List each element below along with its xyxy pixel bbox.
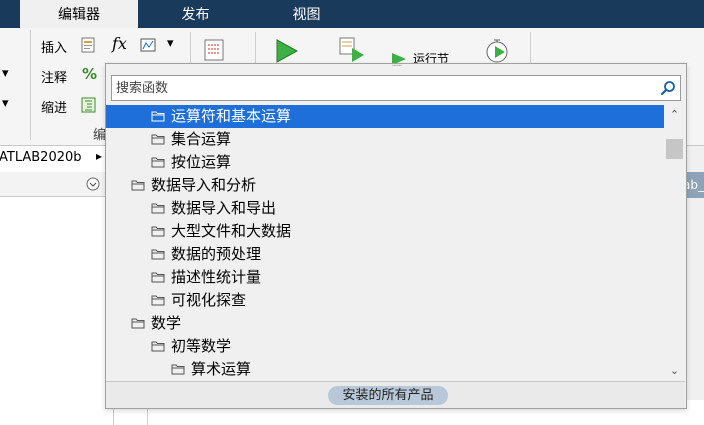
folder-icon xyxy=(131,180,145,191)
folder-icon xyxy=(171,364,185,375)
tree-item[interactable]: 初等数学 xyxy=(106,335,664,358)
insert-section-icon[interactable] xyxy=(81,37,97,53)
folder-icon xyxy=(151,249,165,260)
folder-icon xyxy=(131,318,145,329)
folder-icon xyxy=(151,157,165,168)
chevron-down-icon[interactable]: ▾ xyxy=(167,36,174,51)
section-break-icon[interactable] xyxy=(203,38,231,62)
address-bar[interactable]: ATLAB2020b ▸ xyxy=(0,146,120,173)
run-and-time-icon[interactable] xyxy=(485,38,513,66)
tree-item[interactable]: 按位运算 xyxy=(106,151,664,174)
comment-percent-icon[interactable]: % xyxy=(82,65,97,83)
dropdown-arrow-icon[interactable]: ▾ xyxy=(2,66,9,81)
folder-icon xyxy=(151,295,165,306)
tree-item[interactable]: 运算符和基本运算 xyxy=(106,105,664,128)
indent-icon[interactable] xyxy=(81,97,97,113)
function-browser-icon[interactable] xyxy=(140,37,156,53)
tree-item-label: 按位运算 xyxy=(171,153,232,171)
search-box[interactable] xyxy=(111,75,681,101)
tree-item-label: 算术运算 xyxy=(191,360,252,378)
function-browser-popup: ┄┄ 运算符和基本运算集合运算按位运算数据导入和分析数据导入和导出大型文件和大数… xyxy=(105,62,687,409)
tree-item-label: 初等数学 xyxy=(171,337,232,355)
tree-item-label: 描述性统计量 xyxy=(171,268,262,286)
panel-menu-icon[interactable] xyxy=(86,177,100,191)
tree-item[interactable]: 集合运算 xyxy=(106,128,664,151)
tab-view[interactable]: 视图 xyxy=(253,0,360,28)
path-segment[interactable]: ATLAB2020b xyxy=(0,150,82,165)
current-folder-panel xyxy=(0,172,110,425)
tree-item-label: 运算符和基本运算 xyxy=(171,107,292,125)
tree-item-label: 数据导入和分析 xyxy=(151,176,257,194)
run-icon[interactable] xyxy=(273,38,301,64)
tree-item[interactable]: 数学 xyxy=(106,312,664,335)
tab-publish[interactable]: 发布 xyxy=(138,0,253,28)
tree-item[interactable]: 数据导入和分析 xyxy=(106,174,664,197)
tree-item-label: 数据导入和导出 xyxy=(171,199,277,217)
tree-item[interactable]: 数据导入和导出 xyxy=(106,197,664,220)
chevron-right-icon[interactable]: ▸ xyxy=(96,149,102,163)
panel-header xyxy=(0,172,110,197)
insert-button[interactable]: 插入 xyxy=(41,37,67,56)
folder-icon xyxy=(151,203,165,214)
installed-products-button[interactable]: 安装的所有产品 xyxy=(328,386,448,405)
tree-item[interactable]: 大型文件和大数据 xyxy=(106,220,664,243)
comment-button[interactable]: 注释 xyxy=(41,67,67,86)
search-input[interactable] xyxy=(116,76,656,100)
folder-icon xyxy=(151,341,165,352)
tree-item[interactable]: 数据的预处理 xyxy=(106,243,664,266)
tab-editor[interactable]: 编辑器 xyxy=(20,0,138,28)
tree-item[interactable]: 描述性统计量 xyxy=(106,266,664,289)
folder-icon xyxy=(151,226,165,237)
indent-button[interactable]: 缩进 xyxy=(41,97,67,116)
popup-footer: 安装的所有产品 xyxy=(106,381,685,408)
tree-item-label: 可视化探查 xyxy=(171,291,247,309)
run-and-advance-icon[interactable] xyxy=(338,36,368,64)
vertical-scrollbar[interactable]: ⌃ ⌄ xyxy=(664,105,685,381)
tree-item-label: 集合运算 xyxy=(171,130,232,148)
drag-grip-icon[interactable]: ┄┄ xyxy=(389,62,405,70)
tree-item-label: 数据的预处理 xyxy=(171,245,262,263)
tree-item[interactable]: 可视化探查 xyxy=(106,289,664,312)
folder-icon xyxy=(151,111,165,122)
scroll-down-icon[interactable]: ⌄ xyxy=(668,364,681,377)
dropdown-arrow-icon[interactable]: ▾ xyxy=(2,96,9,111)
toolstrip-tabbar: 编辑器 发布 视图 xyxy=(0,0,704,28)
scroll-up-icon[interactable]: ⌃ xyxy=(668,108,681,121)
ribbon-divider xyxy=(30,30,31,140)
scrollbar-thumb[interactable] xyxy=(666,139,683,159)
search-icon[interactable] xyxy=(660,80,676,96)
function-category-tree: 运算符和基本运算 集合运算按位运算数据导入和分析数据导入和导出 大型文件和大数据 数据… xyxy=(106,105,664,381)
folder-icon xyxy=(151,272,165,283)
tree-item-label: 大型文件和大数据 xyxy=(171,222,292,240)
tree-item-label: 数学 xyxy=(151,314,182,332)
fx-icon[interactable]: fx xyxy=(112,34,127,53)
tree-item[interactable]: 算术运算 xyxy=(106,358,664,381)
folder-icon xyxy=(151,134,165,145)
